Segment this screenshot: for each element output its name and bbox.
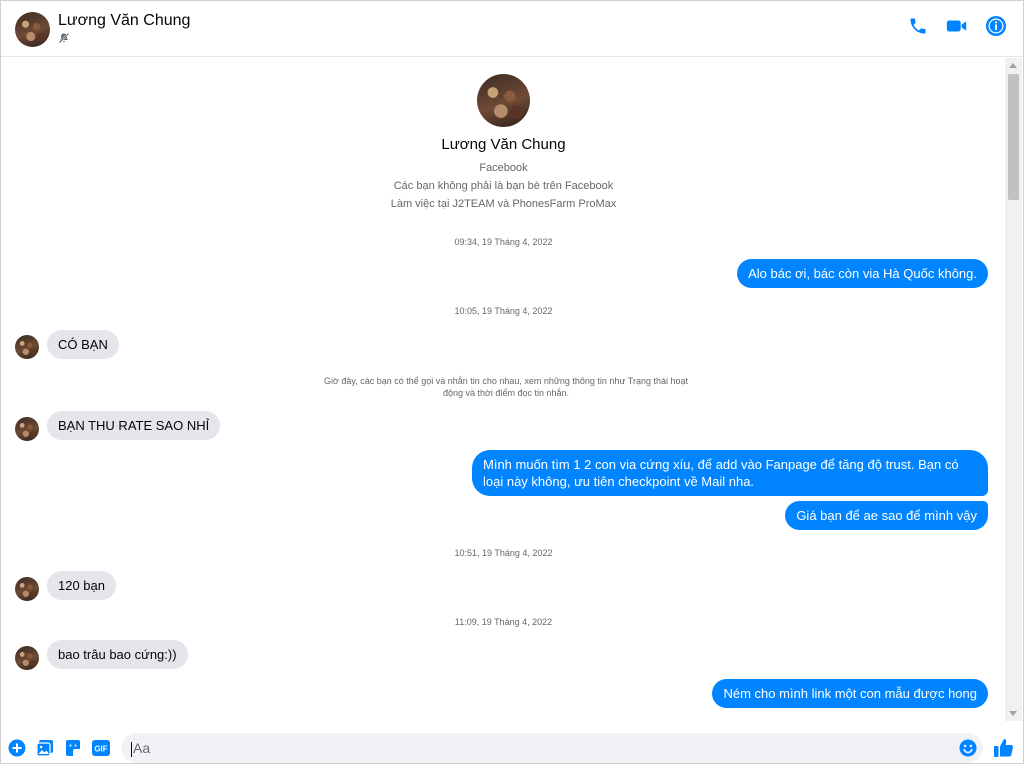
- timestamp: 11:09, 19 Tháng 4, 2022: [454, 617, 553, 627]
- profile-friendship: Các bạn không phải là bạn bè trên Facebo…: [393, 180, 614, 192]
- contact-profile-card: Lương Văn Chung Facebook Các bạn không p…: [1, 74, 1006, 211]
- message-incoming[interactable]: 120 bạn: [47, 571, 116, 600]
- header-actions: [907, 15, 1007, 37]
- bell-slash-icon: [58, 31, 70, 44]
- system-notice: Giờ đây, các bạn có thể gọi và nhắn tin …: [323, 376, 689, 398]
- sender-avatar[interactable]: [15, 577, 39, 601]
- info-icon[interactable]: [985, 15, 1007, 37]
- thumbs-up-icon[interactable]: [993, 737, 1015, 759]
- message-input[interactable]: Aa: [121, 733, 983, 763]
- message-incoming[interactable]: bao trâu bao cứng:)): [47, 640, 188, 669]
- sticker-icon[interactable]: [64, 739, 82, 757]
- message-outgoing[interactable]: Giá bạn để ae sao để mình vậy: [785, 501, 988, 530]
- sender-avatar[interactable]: [15, 335, 39, 359]
- chat-header: Lương Văn Chung: [1, 1, 1023, 57]
- profile-work: Làm việc tại J2TEAM và PhonesFarm ProMax: [390, 198, 617, 210]
- scroll-up-arrow[interactable]: [1009, 63, 1017, 68]
- phone-icon[interactable]: [907, 15, 929, 37]
- video-camera-icon[interactable]: [946, 15, 968, 37]
- sender-avatar[interactable]: [15, 646, 39, 670]
- sender-avatar[interactable]: [15, 417, 39, 441]
- message-list[interactable]: Lương Văn Chung Facebook Các bạn không p…: [1, 58, 1006, 721]
- scrollbar[interactable]: [1005, 58, 1022, 721]
- text-caret: [131, 741, 132, 757]
- profile-platform: Facebook: [479, 162, 528, 174]
- message-input-placeholder: Aa: [133, 740, 151, 756]
- gif-label: GIF: [94, 745, 107, 754]
- message-outgoing[interactable]: Alo bác ơi, bác còn via Hà Quốc không.: [737, 259, 988, 288]
- contact-avatar[interactable]: [15, 12, 50, 47]
- timestamp: 10:05, 19 Tháng 4, 2022: [454, 306, 553, 316]
- contact-name[interactable]: Lương Văn Chung: [58, 12, 190, 30]
- timestamp: 10:51, 19 Tháng 4, 2022: [454, 548, 553, 558]
- message-outgoing[interactable]: Ném cho mình link một con mẫu được hong: [712, 679, 988, 708]
- gif-icon[interactable]: GIF: [92, 739, 110, 757]
- scrollbar-thumb[interactable]: [1008, 74, 1019, 200]
- profile-avatar[interactable]: [477, 74, 530, 127]
- message-composer: GIF Aa: [1, 729, 1023, 764]
- timestamp: 09:34, 19 Tháng 4, 2022: [454, 237, 553, 247]
- message-incoming[interactable]: BẠN THU RATE SAO NHỈ: [47, 411, 221, 440]
- plus-icon[interactable]: [8, 739, 26, 757]
- messenger-window: Lương Văn Chung Lương Văn Chung Facebook…: [0, 0, 1024, 764]
- message-incoming[interactable]: CÓ BẠN: [47, 330, 119, 359]
- image-icon[interactable]: [36, 739, 54, 757]
- message-outgoing[interactable]: Mình muốn tìm 1 2 con via cứng xíu, để a…: [472, 450, 988, 496]
- scroll-down-arrow[interactable]: [1009, 711, 1017, 716]
- profile-name[interactable]: Lương Văn Chung: [1, 136, 1006, 153]
- smile-icon[interactable]: [959, 739, 977, 757]
